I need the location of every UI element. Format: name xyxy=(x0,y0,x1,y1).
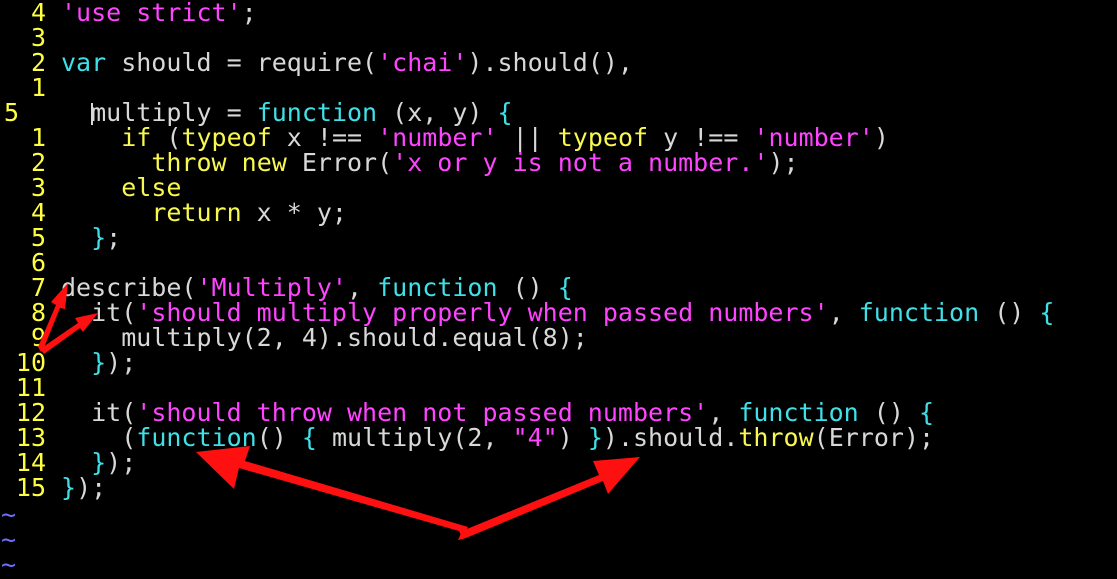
empty-line-tilde: ~ xyxy=(1,550,17,579)
code-token-txt: , xyxy=(828,298,859,327)
code-text: multiply = function (x, y) { xyxy=(61,100,513,125)
code-token-txt: ).should. xyxy=(602,423,739,452)
code-token-txt: ); xyxy=(106,348,137,377)
code-token-kw: { xyxy=(1039,298,1055,327)
line-number: 2 xyxy=(30,148,46,177)
code-token-txt: ); xyxy=(768,148,799,177)
line-number: 1 xyxy=(30,73,46,102)
code-line[interactable]: 1 xyxy=(0,75,1117,100)
code-text: if (typeof x !== 'number' || typeof y !=… xyxy=(61,125,889,150)
line-number: 4 xyxy=(30,198,46,227)
empty-line-tilde: ~ xyxy=(1,500,17,529)
code-token-txt: (Error); xyxy=(813,423,935,452)
line-number: 7 xyxy=(30,273,46,302)
code-line[interactable]: 11 xyxy=(0,375,1117,400)
code-line[interactable]: 10 }); xyxy=(0,350,1117,375)
code-line[interactable]: 9 multiply(2, 4).should.equal(8); xyxy=(0,325,1117,350)
code-token-kw2: return xyxy=(151,198,242,227)
code-token-str: 'use strict' xyxy=(61,0,242,27)
code-token-txt: ) xyxy=(873,123,889,152)
code-line[interactable]: 13 (function() { multiply(2, "4") }).sho… xyxy=(0,425,1117,450)
code-text: it('should multiply properly when passed… xyxy=(61,300,1054,325)
code-text: describe('Multiply', function () { xyxy=(61,275,573,300)
line-number: 11 xyxy=(15,373,46,402)
code-token-txt: multiply(2, 4).should.equal(8); xyxy=(61,323,588,352)
code-token-kw: { xyxy=(301,423,317,452)
code-token-kw2: throw xyxy=(738,423,814,452)
line-number: 3 xyxy=(30,23,46,52)
code-token-txt: ; xyxy=(241,0,257,27)
line-number: 14 xyxy=(15,448,46,477)
line-number: 1 xyxy=(30,123,46,152)
code-line[interactable]: 5 multiply = function (x, y) { xyxy=(0,100,1117,125)
code-token-txt: multiply(2, xyxy=(316,423,513,452)
code-text: 'use strict'; xyxy=(61,0,257,25)
code-line[interactable]: 5 }; xyxy=(0,225,1117,250)
code-text: (function() { multiply(2, "4") }).should… xyxy=(61,425,934,450)
code-text: throw new Error('x or y is not a number.… xyxy=(61,148,799,177)
code-line[interactable]: 3 else xyxy=(0,175,1117,200)
code-text: }; xyxy=(61,225,121,250)
code-text: }); xyxy=(61,475,106,500)
line-number: 13 xyxy=(15,423,46,452)
code-token-txt: () xyxy=(979,298,1040,327)
code-line[interactable]: 4 'use strict'; xyxy=(0,0,1117,25)
code-token-kw: } xyxy=(91,223,107,252)
code-line[interactable]: 3 xyxy=(0,25,1117,50)
code-token-txt: ); xyxy=(106,448,137,477)
line-number: 2 xyxy=(30,48,46,77)
line-number: 3 xyxy=(30,173,46,202)
code-token-kw: var xyxy=(61,48,107,77)
code-line[interactable]: 2 throw new Error('x or y is not a numbe… xyxy=(0,150,1117,175)
empty-line-tilde: ~ xyxy=(1,525,17,554)
line-number: 10 xyxy=(15,348,46,377)
code-line[interactable]: 14 }); xyxy=(0,450,1117,475)
line-number: 5 xyxy=(30,223,46,252)
code-token-kw: function xyxy=(858,298,980,327)
code-token-txt: () xyxy=(256,423,302,452)
code-line[interactable]: 1 if (typeof x !== 'number' || typeof y … xyxy=(0,125,1117,150)
line-number: 8 xyxy=(30,298,46,327)
code-token-txt: ) xyxy=(557,423,588,452)
code-line[interactable]: 8 it('should multiply properly when pass… xyxy=(0,300,1117,325)
vim-editor[interactable]: 4'use strict'; 3 2 var should = require('ch… xyxy=(0,0,1117,579)
code-text: it('should throw when not passed numbers… xyxy=(61,400,934,425)
code-token-txt: ); xyxy=(76,473,107,502)
line-number: 9 xyxy=(30,323,46,352)
code-token-str: 'x or y is not a number.' xyxy=(392,148,769,177)
code-token-txt: Error( xyxy=(286,148,393,177)
code-token-kw: } xyxy=(61,473,77,502)
code-token-kw: function xyxy=(136,423,257,452)
code-line[interactable]: 12 it('should throw when not passed numb… xyxy=(0,400,1117,425)
code-text: multiply(2, 4).should.equal(8); xyxy=(61,325,588,350)
line-number: 15 xyxy=(15,473,46,502)
line-number: 4 xyxy=(30,0,46,27)
code-text: var should = require('chai').should(), xyxy=(61,50,633,75)
code-token-txt: should = require( xyxy=(106,48,378,77)
line-number: 12 xyxy=(15,398,46,427)
code-token-txt: x * y; xyxy=(241,198,347,227)
line-number: 5 xyxy=(4,98,20,127)
code-token-str: "4" xyxy=(512,423,558,452)
code-token-kw: } xyxy=(91,348,107,377)
code-line[interactable]: 4 return x * y; xyxy=(0,200,1117,225)
code-line[interactable]: 15}); xyxy=(0,475,1117,500)
code-token-txt: ).should(), xyxy=(467,48,633,77)
code-text: }); xyxy=(61,350,136,375)
code-text: return x * y; xyxy=(61,200,347,225)
code-token-kw2: new xyxy=(241,148,287,177)
code-text: else xyxy=(61,175,181,200)
code-text: }); xyxy=(61,450,136,475)
code-token-txt: ; xyxy=(106,223,122,252)
code-line[interactable]: 2 var should = require('chai').should(), xyxy=(0,50,1117,75)
code-line[interactable]: 7 describe('Multiply', function () { xyxy=(0,275,1117,300)
code-token-kw: } xyxy=(587,423,603,452)
line-number: 6 xyxy=(30,248,46,277)
code-line[interactable]: 6 xyxy=(0,250,1117,275)
code-token-str: 'chai' xyxy=(377,48,468,77)
